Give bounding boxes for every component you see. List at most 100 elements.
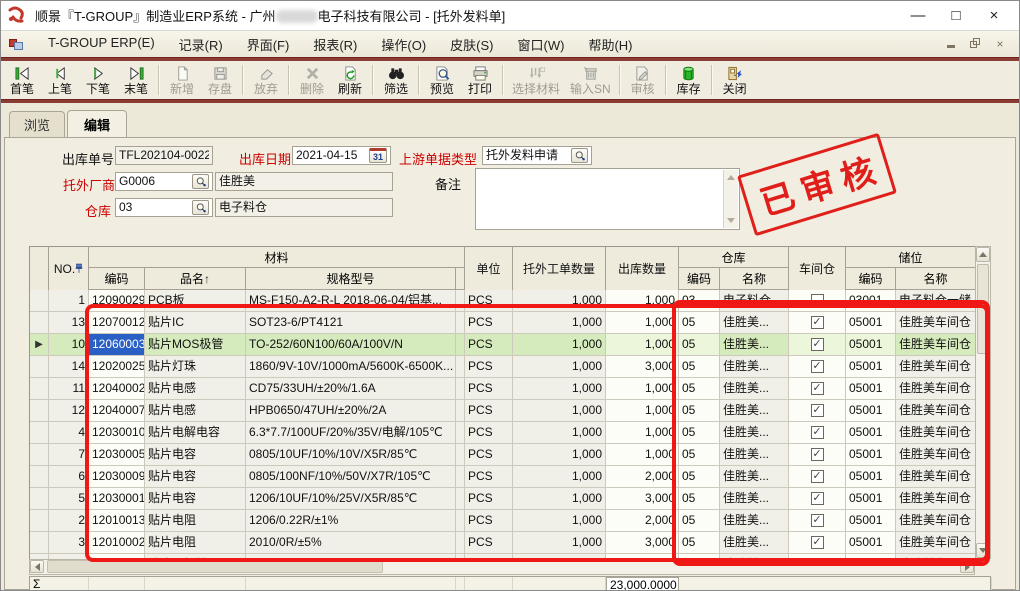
toolbar-button-nav-last[interactable]: 末笔 — [117, 62, 155, 98]
cell-warehouse-name[interactable]: 佳胜美... — [720, 356, 789, 378]
cell-workshop-checkbox[interactable]: ✓ — [789, 334, 846, 356]
table-row[interactable]: 212010013贴片电阻1206/0.22R/±1%PCS1,0002,000… — [30, 510, 975, 532]
cell-code[interactable]: 12070012 — [89, 312, 145, 334]
cell-location-name[interactable]: 佳胜美车间仓 — [896, 444, 975, 466]
menu-item-3[interactable]: 报表(R) — [301, 32, 369, 57]
header-unit[interactable]: 单位 — [465, 247, 513, 291]
cell-no[interactable]: 11 — [49, 378, 89, 400]
checkbox-checked-icon[interactable]: ✓ — [811, 404, 824, 417]
cell-sliver[interactable] — [456, 334, 465, 356]
vertical-scroll-thumb[interactable] — [977, 264, 989, 354]
table-row[interactable]: 112090029PCB板MS-F150-A2-R-L 2018-06-04/铝… — [30, 290, 975, 312]
remark-scrollbar[interactable] — [723, 170, 738, 228]
cell-warehouse-name[interactable]: 佳胜美... — [720, 312, 789, 334]
cell-warehouse-name[interactable]: 佳胜美... — [720, 510, 789, 532]
header-warehouse-group-label[interactable]: 仓库 — [679, 247, 789, 268]
cell-location-code[interactable]: 05001 — [846, 488, 896, 510]
cell-order-qty[interactable]: 1,000 — [513, 444, 606, 466]
toolbar-button-nav-next[interactable]: 下笔 — [79, 62, 117, 98]
cell-warehouse-name[interactable]: 佳胜美... — [720, 378, 789, 400]
cell-no[interactable]: 6 — [49, 466, 89, 488]
cell-order-qty[interactable]: 1,000 — [513, 312, 606, 334]
minimize-button[interactable]: — — [899, 3, 937, 29]
cell-code[interactable]: 12040002 — [89, 378, 145, 400]
header-spec[interactable]: 规格型号 — [246, 268, 456, 290]
cell-spec[interactable]: MS-F150-A2-R-L 2018-06-04/铝基... — [246, 290, 456, 312]
cell-warehouse-name[interactable]: 电子料仓 — [720, 290, 789, 312]
cell-sliver[interactable] — [456, 488, 465, 510]
cell-order-qty[interactable]: 1,000 — [513, 400, 606, 422]
header-location-name[interactable]: 名称 — [896, 268, 976, 290]
toolbar-button-close-door[interactable]: 关闭 — [716, 62, 754, 98]
cell-location-code[interactable]: 05001 — [846, 466, 896, 488]
cell-location-code[interactable]: 05001 — [846, 510, 896, 532]
close-button[interactable]: × — [975, 3, 1013, 29]
cell-code[interactable]: 12040007 — [89, 400, 145, 422]
cell-order-qty[interactable]: 1,000 — [513, 510, 606, 532]
scroll-right-icon[interactable] — [960, 560, 974, 573]
checkbox-checked-icon[interactable]: ✓ — [811, 316, 824, 329]
cell-warehouse-name[interactable]: 佳胜美... — [720, 400, 789, 422]
cell-out-qty[interactable]: 2,000 — [606, 466, 679, 488]
header-location-group-label[interactable]: 储位 — [846, 247, 976, 268]
table-row[interactable]: 1212040007贴片电感HPB0650/47UH/±20%/2APCS1,0… — [30, 400, 975, 422]
toolbar-button-inventory[interactable]: 库存 — [670, 62, 708, 98]
row-marker[interactable] — [30, 356, 49, 378]
cell-spec[interactable]: 2010/0R/±5% — [246, 532, 456, 554]
cell-location-name[interactable]: 佳胜美车间仓 — [896, 488, 975, 510]
cell-unit[interactable]: PCS — [465, 312, 513, 334]
cell-workshop-checkbox[interactable]: ✓ — [789, 356, 846, 378]
cell-spec[interactable]: 1860/9V-10V/1000mA/5600K-6500K... — [246, 356, 456, 378]
scroll-down-icon[interactable] — [725, 214, 737, 226]
cell-out-qty[interactable]: 3,000 — [606, 488, 679, 510]
header-material-name[interactable]: 品名 ↑ — [145, 268, 246, 290]
cell-out-qty[interactable]: 1,000 — [606, 334, 679, 356]
cell-order-qty[interactable]: 1,000 — [513, 466, 606, 488]
menu-item-2[interactable]: 界面(F) — [235, 32, 302, 57]
cell-warehouse-name[interactable]: 佳胜美... — [720, 488, 789, 510]
cell-unit[interactable]: PCS — [465, 400, 513, 422]
cell-out-qty[interactable]: 3,000 — [606, 356, 679, 378]
cell-warehouse-code[interactable]: 05 — [679, 510, 720, 532]
cell-workshop-checkbox[interactable]: ✓ — [789, 312, 846, 334]
cell-code[interactable]: 12030005 — [89, 444, 145, 466]
header-sliver[interactable] — [456, 268, 465, 290]
cell-spec[interactable]: CD75/33UH/±20%/1.6A — [246, 378, 456, 400]
cell-workshop-checkbox[interactable]: ✓ — [789, 488, 846, 510]
cell-no[interactable]: 13 — [49, 312, 89, 334]
table-row[interactable]: 412030010贴片电解电容6.3*7.7/100UF/20%/35V/电解/… — [30, 422, 975, 444]
cell-spec[interactable]: 1206/10UF/10%/25V/X5R/85℃ — [246, 488, 456, 510]
checkbox-checked-icon[interactable]: ✓ — [811, 338, 824, 351]
cell-name[interactable]: 贴片电解电容 — [145, 422, 246, 444]
cell-no[interactable]: 12 — [49, 400, 89, 422]
menu-item-6[interactable]: 窗口(W) — [506, 32, 577, 57]
cell-warehouse-code[interactable]: 05 — [679, 356, 720, 378]
cell-name[interactable]: 贴片电容 — [145, 466, 246, 488]
cell-unit[interactable]: PCS — [465, 488, 513, 510]
header-warehouse-code[interactable]: 编码 — [679, 268, 720, 290]
maximize-button[interactable]: □ — [937, 3, 975, 29]
toolbar-button-preview[interactable]: 预览 — [423, 62, 461, 98]
checkbox-checked-icon[interactable]: ✓ — [811, 514, 824, 527]
checkbox-checked-icon[interactable]: ✓ — [811, 470, 824, 483]
cell-location-code[interactable]: 03001 — [846, 290, 896, 312]
cell-code[interactable]: 12010002 — [89, 532, 145, 554]
table-row[interactable]: 712030005贴片电容0805/10UF/10%/10V/X5R/85℃PC… — [30, 444, 975, 466]
checkbox-checked-icon[interactable]: ✓ — [811, 426, 824, 439]
menu-item-1[interactable]: 记录(R) — [167, 32, 235, 57]
cell-no[interactable]: 5 — [49, 488, 89, 510]
cell-location-name[interactable]: 佳胜美车间仓 — [896, 400, 975, 422]
cell-code[interactable]: 12020025 — [89, 356, 145, 378]
row-marker[interactable] — [30, 312, 49, 334]
checkbox-checked-icon[interactable]: ✓ — [811, 360, 824, 373]
cell-sliver[interactable] — [456, 290, 465, 312]
cell-name[interactable]: 贴片电容 — [145, 488, 246, 510]
cell-warehouse-code[interactable]: 05 — [679, 488, 720, 510]
cell-spec[interactable]: SOT23-6/PT4121 — [246, 312, 456, 334]
cell-out-qty[interactable]: 1,000 — [606, 444, 679, 466]
cell-unit[interactable]: PCS — [465, 444, 513, 466]
toolbar-button-nav-first[interactable]: 首笔 — [3, 62, 41, 98]
cell-warehouse-name[interactable]: 佳胜美... — [720, 444, 789, 466]
cell-location-code[interactable]: 05001 — [846, 378, 896, 400]
menu-item-0[interactable]: T-GROUP ERP(E) — [36, 32, 167, 57]
